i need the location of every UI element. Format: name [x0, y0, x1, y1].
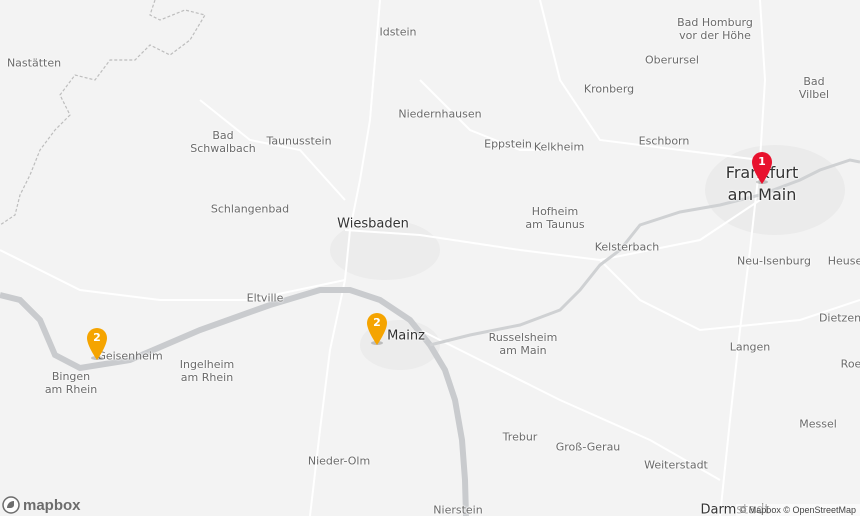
cluster-marker-mainz[interactable]: 2	[364, 310, 390, 346]
place-label-idstein: Idstein	[379, 25, 417, 39]
cluster-count: 2	[373, 316, 381, 329]
place-label-kelsterbach: Kelsterbach	[594, 240, 660, 254]
place-label-nastatten: Nastätten	[6, 56, 62, 70]
mapbox-logo[interactable]: mapbox	[2, 496, 81, 514]
place-label-niedernhausen: Niedernhausen	[398, 107, 482, 121]
place-label-kronberg: Kronberg	[583, 82, 635, 96]
cluster-marker-geisenheim[interactable]: 2	[84, 325, 110, 361]
place-label-nierstein: Nierstein	[433, 503, 483, 516]
place-label-dietzen: Dietzen	[818, 311, 860, 325]
place-label-ingelheim: Ingelheim am Rhein	[179, 358, 235, 384]
place-label-bad-homburg: Bad Homburg vor der Höhe	[677, 16, 753, 42]
place-label-kelkheim: Kelkheim	[533, 140, 585, 154]
place-label-trebur: Trebur	[502, 430, 538, 444]
mapbox-logo-text: mapbox	[23, 496, 81, 514]
map-canvas[interactable]: Nastätten Idstein Bad Homburg vor der Hö…	[0, 0, 860, 516]
marker-frankfurt[interactable]: 1	[749, 149, 775, 185]
place-label-nieder-olm: Nieder-Olm	[307, 454, 371, 468]
place-label-mainz: Mainz	[387, 328, 425, 344]
basemap	[0, 0, 860, 516]
marker-count: 1	[758, 155, 766, 168]
place-label-taunusstein: Taunusstein	[266, 134, 332, 148]
place-label-bingen: Bingen am Rhein	[44, 370, 98, 396]
place-label-heuse: Heuse	[827, 254, 860, 268]
cluster-count: 2	[93, 331, 101, 344]
place-label-schlangenbad: Schlangenbad	[210, 202, 290, 216]
map-attribution[interactable]: © Mapbox © OpenStreetMap	[735, 504, 860, 516]
place-label-weiterstadt: Weiterstadt	[644, 458, 708, 472]
place-label-eltville: Eltville	[246, 291, 284, 305]
place-label-gross-gerau: Groß-Gerau	[555, 440, 621, 454]
place-label-hofheim: Hofheim am Taunus	[525, 205, 585, 231]
place-label-russelsheim: Russelsheim am Main	[488, 331, 558, 357]
place-label-eschborn: Eschborn	[638, 134, 690, 148]
place-label-messel: Messel	[799, 417, 837, 431]
mapbox-logo-icon	[2, 496, 20, 514]
place-label-wiesbaden: Wiesbaden	[337, 216, 409, 232]
place-label-oberursel: Oberursel	[645, 53, 699, 67]
place-label-eppstein: Eppstein	[484, 137, 532, 151]
place-label-roe: Roe	[840, 357, 860, 371]
place-label-bad-schwalbach: Bad Schwalbach	[190, 129, 256, 155]
place-label-bad-vilbel: Bad Vilbel	[798, 75, 830, 101]
place-label-langen: Langen	[729, 340, 771, 354]
place-label-neu-isenburg: Neu-Isenburg	[737, 254, 811, 268]
